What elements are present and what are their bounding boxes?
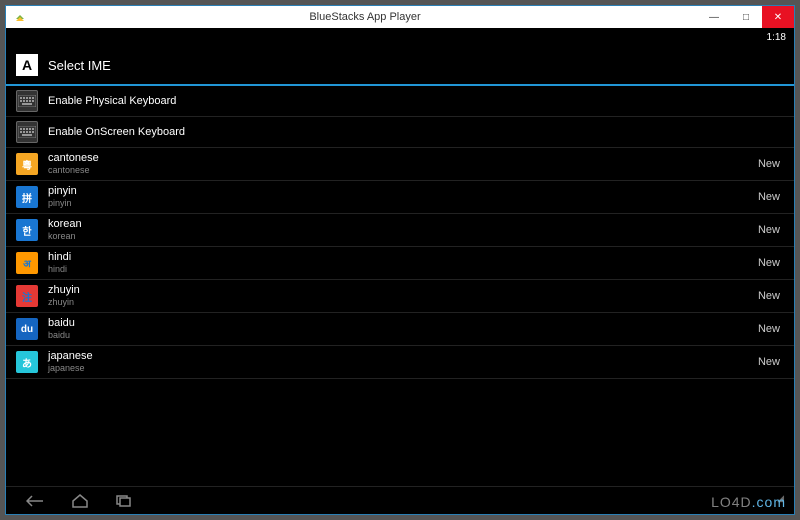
maximize-button[interactable]: □ [730, 6, 762, 28]
keyboard-icon [16, 121, 38, 143]
ime-item-label: hindi [48, 251, 758, 264]
ime-item-label: pinyin [48, 185, 758, 198]
keyboard-option-label: Enable Physical Keyboard [48, 95, 784, 108]
ime-app-icon: 注 [16, 285, 38, 307]
ime-item-row[interactable]: अ hindi hindi New [6, 247, 794, 280]
ime-item-status: New [758, 356, 780, 368]
keyboard-option-label: Enable OnScreen Keyboard [48, 126, 784, 139]
ime-item-row[interactable]: あ japanese japanese New [6, 346, 794, 379]
page-title: Select IME [48, 58, 111, 73]
ime-item-label: korean [48, 218, 758, 231]
ime-item-status: New [758, 158, 780, 170]
ime-item-status: New [758, 290, 780, 302]
ime-item-sublabel: zhuyin [48, 297, 758, 308]
ime-item-text: hindi hindi [48, 251, 758, 275]
ime-item-label: japanese [48, 350, 758, 363]
app-icon [14, 11, 26, 23]
page-header: A Select IME [6, 46, 794, 86]
keyboard-options-list: Enable Physical Keyboard Enable OnScreen… [6, 86, 794, 148]
ime-item-text: cantonese cantonese [48, 152, 758, 176]
ime-header-icon: A [16, 54, 38, 76]
ime-item-row[interactable]: 拼 pinyin pinyin New [6, 181, 794, 214]
ime-app-icon: du [16, 318, 38, 340]
ime-item-sublabel: baidu [48, 330, 758, 341]
ime-item-label: cantonese [48, 152, 758, 165]
minimize-button[interactable]: — [698, 6, 730, 28]
content-area: Enable Physical Keyboard Enable OnScreen… [6, 86, 794, 486]
ime-app-icon: あ [16, 351, 38, 373]
ime-app-icon: 拼 [16, 186, 38, 208]
android-navbar [6, 486, 794, 514]
ime-app-icon: 한 [16, 219, 38, 241]
android-statusbar: 1:18 [6, 28, 794, 46]
ime-item-text: japanese japanese [48, 350, 758, 374]
ime-item-text: zhuyin zhuyin [48, 284, 758, 308]
ime-item-label: zhuyin [48, 284, 758, 297]
ime-list: 粵 cantonese cantonese New 拼 pinyin pinyi… [6, 148, 794, 379]
ime-item-text: pinyin pinyin [48, 185, 758, 209]
titlebar: BlueStacks App Player — □ ✕ [6, 6, 794, 28]
ime-item-status: New [758, 257, 780, 269]
status-time: 1:18 [767, 32, 786, 43]
ime-item-text: korean korean [48, 218, 758, 242]
app-window: BlueStacks App Player — □ ✕ 1:18 A Selec… [5, 5, 795, 515]
keyboard-option-text: Enable OnScreen Keyboard [48, 126, 784, 139]
ime-item-text: baidu baidu [48, 317, 758, 341]
ime-item-row[interactable]: 한 korean korean New [6, 214, 794, 247]
ime-item-row[interactable]: 粵 cantonese cantonese New [6, 148, 794, 181]
ime-item-row[interactable]: du baidu baidu New [6, 313, 794, 346]
ime-item-label: baidu [48, 317, 758, 330]
ime-item-row[interactable]: 注 zhuyin zhuyin New [6, 280, 794, 313]
window-title: BlueStacks App Player [32, 11, 698, 23]
recent-apps-button[interactable] [116, 495, 132, 507]
ime-item-status: New [758, 323, 780, 335]
keyboard-icon [16, 90, 38, 112]
close-button[interactable]: ✕ [762, 6, 794, 28]
ime-item-sublabel: hindi [48, 264, 758, 275]
keyboard-option-row[interactable]: Enable OnScreen Keyboard [6, 117, 794, 148]
keyboard-option-text: Enable Physical Keyboard [48, 95, 784, 108]
ime-app-icon: अ [16, 252, 38, 274]
ime-item-status: New [758, 224, 780, 236]
keyboard-option-row[interactable]: Enable Physical Keyboard [6, 86, 794, 117]
home-button[interactable] [72, 494, 88, 508]
ime-item-status: New [758, 191, 780, 203]
ime-item-sublabel: japanese [48, 363, 758, 374]
ime-item-sublabel: cantonese [48, 165, 758, 176]
titlebar-buttons: — □ ✕ [698, 6, 794, 28]
back-button[interactable] [26, 495, 44, 507]
resize-grip-icon: ◢ [777, 493, 784, 504]
ime-item-sublabel: korean [48, 231, 758, 242]
ime-app-icon: 粵 [16, 153, 38, 175]
ime-item-sublabel: pinyin [48, 198, 758, 209]
